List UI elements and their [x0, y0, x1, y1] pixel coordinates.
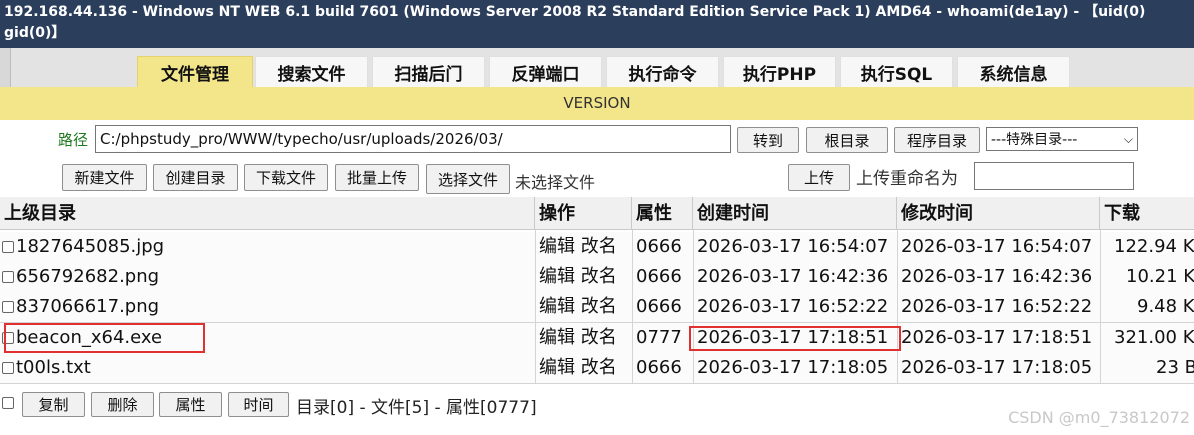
tab-search-files[interactable]: 搜索文件 [255, 56, 368, 87]
file-name-link[interactable]: t00ls.txt [16, 357, 91, 378]
delete-button[interactable]: 删除 [91, 392, 154, 417]
batch-upload-button[interactable]: 批量上传 [335, 164, 419, 191]
title-line-1: 192.168.44.136 - Windows NT WEB 6.1 buil… [4, 4, 1146, 20]
special-dir-select[interactable]: ---特殊目录--- ⌵ [986, 127, 1138, 151]
upload-rename-label: 上传重命名为 [856, 169, 958, 189]
row-size[interactable]: 321.00 K [1114, 323, 1194, 353]
path-label: 路径 [58, 131, 89, 149]
create-dir-button[interactable]: 创建目录 [153, 164, 238, 191]
highlight-box-created [689, 326, 901, 351]
row-created: 2026-03-17 16:54:07 [697, 236, 889, 257]
header-perm: 属性 [632, 197, 693, 230]
file-name-cell[interactable]: 1827645085.jpg [2, 232, 164, 262]
header-actions: 操作 [535, 197, 632, 230]
row-size[interactable]: 122.94 K [1114, 232, 1194, 262]
row-actions[interactable]: 编辑 改名 [539, 323, 617, 353]
column-divider [632, 230, 633, 383]
watermark: CSDN @m0_73812072 [1008, 408, 1190, 427]
column-divider [693, 230, 694, 383]
upload-rename-input[interactable] [974, 162, 1134, 190]
upload-button[interactable]: 上传 [788, 164, 850, 191]
file-name-cell[interactable]: t00ls.txt [2, 353, 91, 383]
tab-scan-backdoor[interactable]: 扫描后门 [372, 56, 485, 87]
tab-exec-sql[interactable]: 执行SQL [840, 56, 953, 87]
new-file-button[interactable]: 新建文件 [62, 164, 147, 191]
program-dir-button[interactable]: 程序目录 [894, 127, 980, 153]
column-divider [897, 230, 898, 383]
version-bar: VERSION [0, 87, 1194, 120]
row-perm[interactable]: 0666 [636, 232, 682, 262]
row-modified: 2026-03-17 16:54:07 [901, 236, 1093, 257]
path-input[interactable]: C:/phpstudy_pro/WWW/typecho/usr/uploads/… [95, 125, 731, 153]
header-download: 下载 [1100, 197, 1194, 230]
row-size[interactable]: 9.48 K [1137, 292, 1194, 322]
time-button[interactable]: 时间 [228, 392, 289, 417]
tab-reverse-port[interactable]: 反弹端口 [489, 56, 602, 87]
go-button[interactable]: 转到 [737, 127, 799, 153]
row-checkbox[interactable] [2, 301, 14, 313]
chevron-down-icon: ⌵ [1123, 131, 1133, 146]
file-name-cell[interactable]: 656792682.png [2, 262, 159, 292]
row-perm[interactable]: 0666 [636, 292, 682, 322]
copy-button[interactable]: 复制 [22, 392, 85, 417]
root-dir-button[interactable]: 根目录 [806, 127, 888, 153]
column-divider [535, 230, 536, 383]
choose-file-button[interactable]: 选择文件 [426, 164, 510, 194]
tab-bar-stripe [0, 48, 11, 87]
row-actions[interactable]: 编辑 改名 [539, 262, 617, 292]
row-checkbox[interactable] [2, 271, 14, 283]
row-checkbox[interactable] [2, 241, 14, 253]
row-actions[interactable]: 编辑 改名 [539, 292, 617, 322]
row-created: 2026-03-17 17:18:05 [697, 357, 889, 378]
attr-button[interactable]: 属性 [159, 392, 222, 417]
no-file-chosen-text: 未选择文件 [515, 173, 596, 192]
row-size[interactable]: 10.21 K [1126, 262, 1194, 292]
file-name-link[interactable]: 837066617.png [16, 296, 159, 317]
window-title: 192.168.44.136 - Windows NT WEB 6.1 buil… [0, 0, 1194, 48]
row-actions[interactable]: 编辑 改名 [539, 232, 617, 262]
row-size[interactable]: 23 B [1156, 353, 1194, 383]
row-perm[interactable]: 0666 [636, 262, 682, 292]
row-actions[interactable]: 编辑 改名 [539, 353, 617, 383]
row-modified: 2026-03-17 17:18:51 [901, 327, 1093, 348]
file-name-link[interactable]: 656792682.png [16, 266, 159, 287]
file-name-link[interactable]: 1827645085.jpg [16, 236, 164, 257]
download-file-button[interactable]: 下载文件 [244, 164, 328, 191]
highlight-box-filename [4, 323, 205, 353]
row-perm[interactable]: 0777 [636, 323, 682, 353]
header-modified: 修改时间 [897, 197, 1100, 230]
tab-file-manager[interactable]: 文件管理 [137, 56, 253, 87]
header-created: 创建时间 [693, 197, 897, 230]
row-modified: 2026-03-17 16:52:22 [901, 296, 1093, 317]
row-created: 2026-03-17 16:52:22 [697, 296, 889, 317]
title-line-2: gid(0)】 [4, 25, 66, 41]
tab-system-info[interactable]: 系统信息 [957, 56, 1070, 87]
column-divider [1100, 230, 1101, 383]
tab-bar: 文件管理 搜索文件 扫描后门 反弹端口 执行命令 执行PHP 执行SQL 系统信… [0, 48, 1194, 87]
footer-summary: 目录[0] - 文件[5] - 属性[0777] [296, 398, 537, 418]
select-all-checkbox[interactable] [2, 397, 14, 409]
file-name-cell[interactable]: 837066617.png [2, 292, 159, 322]
row-created: 2026-03-17 16:42:36 [697, 266, 889, 287]
special-dir-select-value: ---特殊目录--- [991, 132, 1078, 148]
row-perm[interactable]: 0666 [636, 353, 682, 383]
tab-exec-php[interactable]: 执行PHP [723, 56, 836, 87]
row-modified: 2026-03-17 17:18:05 [901, 357, 1093, 378]
tab-exec-command[interactable]: 执行命令 [606, 56, 719, 87]
row-modified: 2026-03-17 16:42:36 [901, 266, 1093, 287]
header-parent-dir[interactable]: 上级目录 [0, 197, 535, 230]
row-checkbox[interactable] [2, 362, 14, 374]
